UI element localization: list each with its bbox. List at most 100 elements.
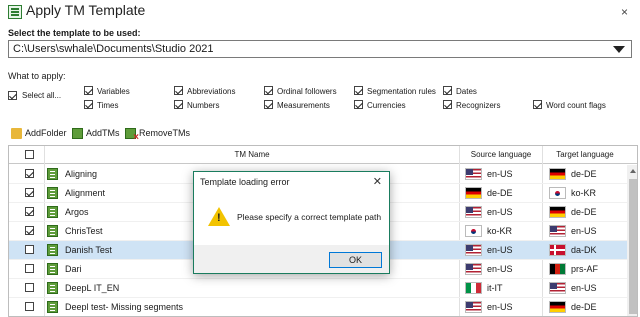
target-flag-icon: [549, 187, 566, 199]
source-language: en-US: [487, 207, 513, 217]
table-row[interactable]: DeepL IT_EN it-IT en-US: [9, 279, 627, 298]
tm-name: Deepl test- Missing segments: [65, 302, 184, 312]
times-label: Times: [97, 101, 119, 110]
dialog-message: Please specify a correct template path: [237, 212, 382, 222]
target-flag-icon: [549, 168, 566, 180]
grid-header: TM Name Source language Target language: [9, 146, 637, 164]
scroll-up-icon[interactable]: [630, 169, 636, 173]
target-language-header[interactable]: Target language: [543, 150, 627, 159]
remove-tms-label: RemoveTMs: [139, 128, 191, 138]
template-path-dropdown[interactable]: C:\Users\swhale\Documents\Studio 2021: [8, 40, 632, 58]
source-flag-icon: [465, 263, 482, 275]
tm-name: Danish Test: [65, 245, 112, 255]
dialog-titlebar: Template loading error ✕: [194, 172, 389, 193]
target-language: ko-KR: [571, 188, 597, 198]
tm-icon: [47, 282, 58, 294]
row-checkbox[interactable]: [25, 283, 34, 292]
target-language: en-US: [571, 226, 597, 236]
source-flag-icon: [465, 187, 482, 199]
scrollbar-thumb[interactable]: [629, 179, 637, 314]
target-language: de-DE: [571, 207, 597, 217]
remove-tms-button[interactable]: RemoveTMs: [125, 127, 191, 143]
template-path-value: C:\Users\swhale\Documents\Studio 2021: [13, 43, 214, 55]
target-flag-icon: [549, 244, 566, 256]
tm-icon: [47, 301, 58, 313]
times-checkbox[interactable]: [84, 100, 93, 109]
source-language: en-US: [487, 169, 513, 179]
source-flag-icon: [465, 206, 482, 218]
numbers-label: Numbers: [187, 101, 220, 110]
row-checkbox[interactable]: [25, 169, 34, 178]
row-checkbox[interactable]: [25, 188, 34, 197]
variables-label: Variables: [97, 87, 130, 96]
dates-label: Dates: [456, 87, 477, 96]
word-count-flags-label: Word count flags: [546, 101, 606, 110]
window-title: Apply TM Template: [26, 2, 146, 18]
warning-icon: [208, 207, 230, 226]
abbreviations-label: Abbreviations: [187, 87, 236, 96]
currencies-checkbox[interactable]: [354, 100, 363, 109]
close-icon[interactable]: ×: [621, 5, 628, 19]
source-language-header[interactable]: Source language: [460, 150, 542, 159]
tm-name-header[interactable]: TM Name: [45, 150, 459, 159]
folder-icon: [11, 128, 22, 139]
source-language: en-US: [487, 264, 513, 274]
chevron-down-icon[interactable]: [613, 46, 625, 53]
tm-icon: [47, 244, 58, 256]
target-language: de-DE: [571, 169, 597, 179]
header-checkbox[interactable]: [25, 150, 34, 159]
tm-icon: [47, 225, 58, 237]
table-row[interactable]: Deepl test- Missing segments en-US de-DE: [9, 298, 627, 316]
row-checkbox[interactable]: [25, 264, 34, 273]
ok-button[interactable]: OK: [329, 252, 382, 268]
error-dialog: Template loading error ✕ Please specify …: [193, 171, 390, 274]
dialog-body: Please specify a correct template path: [194, 193, 389, 245]
ordinal-followers-label: Ordinal followers: [277, 87, 337, 96]
target-language: da-DK: [571, 245, 597, 255]
select-all-checkbox[interactable]: [8, 91, 17, 100]
row-checkbox[interactable]: [25, 207, 34, 216]
tm-icon: [47, 187, 58, 199]
source-language: de-DE: [487, 188, 513, 198]
source-language: ko-KR: [487, 226, 513, 236]
recognizers-label: Recognizers: [456, 101, 501, 110]
variables-checkbox[interactable]: [84, 86, 93, 95]
what-to-apply-label: What to apply:: [8, 71, 66, 81]
source-flag-icon: [465, 244, 482, 256]
source-language: it-IT: [487, 283, 503, 293]
tm-name: Dari: [65, 264, 82, 274]
tm-icon: [72, 128, 83, 139]
vertical-scrollbar[interactable]: [627, 165, 637, 316]
window-titlebar: Apply TM Template ×: [0, 0, 640, 24]
numbers-checkbox[interactable]: [174, 100, 183, 109]
target-language: prs-AF: [571, 264, 598, 274]
add-tms-button[interactable]: AddTMs: [72, 127, 120, 141]
tm-name: Argos: [65, 207, 89, 217]
ordinal-followers-checkbox[interactable]: [264, 86, 273, 95]
abbreviations-checkbox[interactable]: [174, 86, 183, 95]
app-icon: [8, 5, 22, 19]
segmentation-rules-checkbox[interactable]: [354, 86, 363, 95]
select-all-label: Select all...: [22, 91, 62, 100]
word-count-flags-checkbox[interactable]: [533, 100, 542, 109]
target-flag-icon: [549, 301, 566, 313]
dialog-title: Template loading error: [200, 177, 290, 187]
tm-name: Alignment: [65, 188, 106, 198]
row-checkbox[interactable]: [25, 302, 34, 311]
target-flag-icon: [549, 225, 566, 237]
measurements-checkbox[interactable]: [264, 100, 273, 109]
row-checkbox[interactable]: [25, 226, 34, 235]
dates-checkbox[interactable]: [443, 86, 452, 95]
recognizers-checkbox[interactable]: [443, 100, 452, 109]
add-tms-label: AddTMs: [86, 128, 120, 138]
row-checkbox[interactable]: [25, 245, 34, 254]
source-flag-icon: [465, 168, 482, 180]
add-folder-label: AddFolder: [25, 128, 67, 138]
add-folder-button[interactable]: AddFolder: [11, 127, 67, 141]
currencies-label: Currencies: [367, 101, 406, 110]
tm-name: DeepL IT_EN: [65, 283, 120, 293]
close-icon[interactable]: ✕: [373, 175, 382, 188]
remove-tm-icon: [125, 128, 139, 143]
target-language: en-US: [571, 283, 597, 293]
target-language: de-DE: [571, 302, 597, 312]
